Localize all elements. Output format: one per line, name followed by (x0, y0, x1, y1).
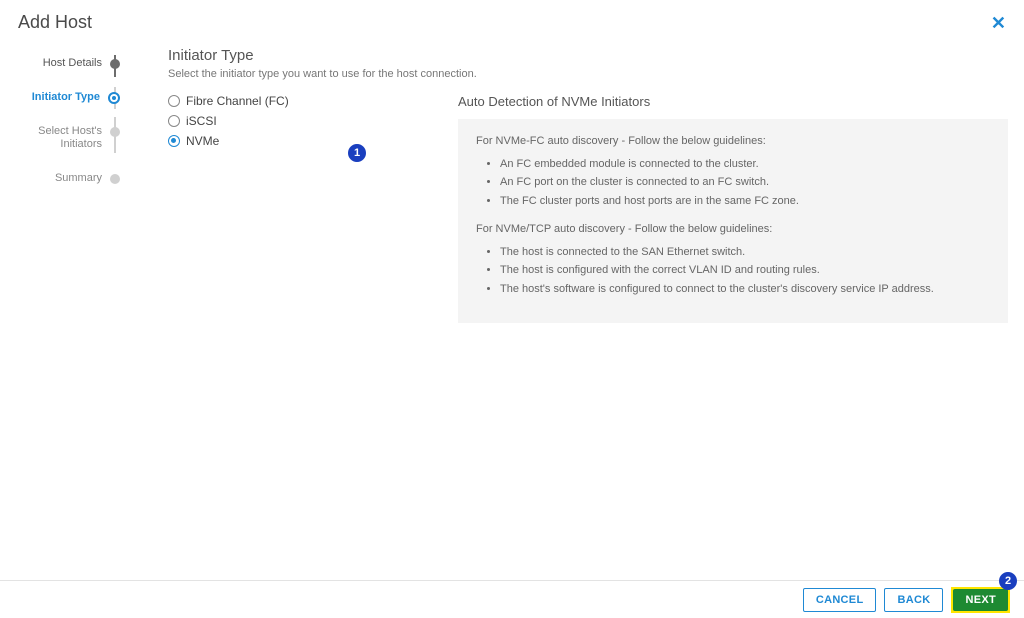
radio-label: iSCSI (186, 114, 217, 128)
next-button[interactable]: NEXT (953, 589, 1008, 611)
step-host-details[interactable]: Host Details (10, 57, 120, 71)
step-marker-pending-icon (110, 127, 120, 137)
wizard-stepper: Host Details Initiator Type Select Host'… (0, 39, 130, 579)
info-panel-title: Auto Detection of NVMe Initiators (458, 94, 1008, 109)
step-summary: Summary (10, 172, 120, 186)
annotation-marker-1: 1 (348, 144, 366, 162)
info-tcp-item: The host's software is configured to con… (500, 281, 990, 298)
step-marker-done-icon (110, 59, 120, 69)
cancel-button[interactable]: CANCEL (803, 588, 877, 612)
radio-selected-icon (168, 135, 180, 147)
close-icon[interactable]: ✕ (991, 14, 1006, 32)
info-tcp-item: The host is connected to the SAN Etherne… (500, 244, 990, 261)
step-label: Initiator Type (32, 91, 100, 105)
step-marker-pending-icon (110, 174, 120, 184)
info-tcp-intro: For NVMe/TCP auto discovery - Follow the… (476, 221, 990, 238)
radio-label: NVMe (186, 134, 219, 148)
step-initiator-type[interactable]: Initiator Type (10, 91, 120, 105)
info-fc-item: An FC embedded module is connected to th… (500, 156, 990, 173)
step-marker-active-icon (108, 92, 120, 104)
radio-icon (168, 95, 180, 107)
dialog-footer: CANCEL BACK NEXT (0, 580, 1024, 618)
info-tcp-item: The host is configured with the correct … (500, 262, 990, 279)
info-fc-intro: For NVMe-FC auto discovery - Follow the … (476, 133, 990, 150)
step-select-hosts-initiators: Select Host's Initiators (10, 125, 120, 153)
info-fc-item: An FC port on the cluster is connected t… (500, 174, 990, 191)
radio-label: Fibre Channel (FC) (186, 94, 289, 108)
back-button[interactable]: BACK (884, 588, 943, 612)
section-subtitle: Select the initiator type you want to us… (168, 68, 1008, 80)
info-panel: For NVMe-FC auto discovery - Follow the … (458, 119, 1008, 323)
next-highlight: NEXT (951, 587, 1010, 613)
radio-icon (168, 115, 180, 127)
section-title: Initiator Type (168, 47, 1008, 64)
info-fc-item: The FC cluster ports and host ports are … (500, 193, 990, 210)
step-label: Host Details (43, 57, 102, 71)
step-label: Summary (55, 172, 102, 186)
step-label: Select Host's Initiators (10, 125, 102, 153)
radio-fibre-channel[interactable]: Fibre Channel (FC) (168, 94, 398, 108)
annotation-marker-2: 2 (999, 572, 1017, 590)
dialog-title: Add Host (18, 12, 92, 33)
radio-iscsi[interactable]: iSCSI (168, 114, 398, 128)
